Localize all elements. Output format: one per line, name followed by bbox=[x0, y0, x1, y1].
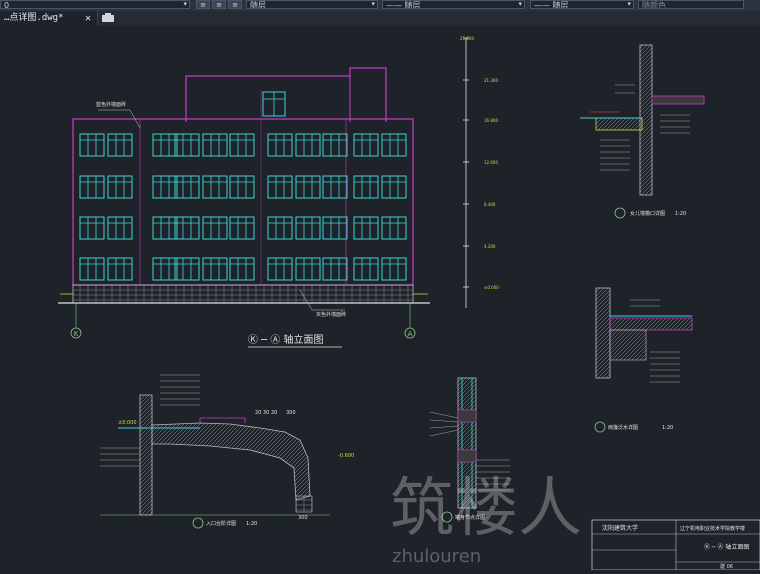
chevron-down-icon: ▾ bbox=[183, 0, 187, 8]
window-grid bbox=[79, 133, 407, 281]
plotstyle-select[interactable]: 随颜色 bbox=[638, 0, 744, 9]
annotation-bottom: 灰色外墙面砖 bbox=[316, 311, 346, 318]
height-dimension: 25,200 21.300 16.800 12.600 8.400 4.200 … bbox=[460, 36, 499, 308]
detail1-title: 女儿墙檐口详图 bbox=[630, 210, 665, 217]
tb-sheet-no: 建 06 bbox=[720, 563, 733, 570]
dim-step-4: 300 bbox=[286, 410, 296, 416]
level-3: 12.600 bbox=[484, 160, 498, 165]
detail-entry-steps: ±0.000 -0.600 20 30 20 300 300 入口台阶详图 1:… bbox=[100, 374, 354, 529]
new-tab-button[interactable] bbox=[100, 13, 116, 24]
level-1: 21.300 bbox=[484, 78, 498, 83]
layer-value: 0 bbox=[4, 1, 10, 9]
level-4: 8.400 bbox=[484, 202, 496, 207]
document-tab-bar: …点详图.dwg* ✕ bbox=[0, 11, 760, 26]
elevation-drawing: K A 蓝色外墙面砖 灰色外墙面砖 Ⓚ ─ Ⓐ 轴立面图 bbox=[58, 67, 430, 348]
dim-step-2: 30 bbox=[263, 410, 269, 416]
layer-match-button[interactable]: ≡ bbox=[212, 0, 226, 9]
color-value: 随层 bbox=[250, 1, 266, 9]
plotstyle-value: 随颜色 bbox=[642, 1, 666, 9]
lineweight-value: —— 随层 bbox=[534, 1, 569, 9]
chevron-down-icon: ▾ bbox=[518, 0, 522, 8]
chevron-down-icon: ▾ bbox=[371, 0, 375, 8]
detail-parapet: 女儿墙檐口详图 1:20 bbox=[580, 44, 705, 219]
linetype-select[interactable]: —— 随层 ▾ bbox=[382, 0, 525, 9]
detail1-scale: 1:20 bbox=[675, 211, 686, 217]
watermark-cn: 筑楼人 bbox=[390, 472, 582, 546]
level-5: 4.200 bbox=[484, 244, 496, 249]
title-block: 沈阳建筑大学 辽宁机电职业技术学院教学楼 Ⓚ ─ Ⓐ 轴立面图 建 06 bbox=[591, 519, 760, 571]
detail4-title: 入口台阶详图 bbox=[206, 520, 236, 527]
drawing-svg: K A 蓝色外墙面砖 灰色外墙面砖 Ⓚ ─ Ⓐ 轴立面图 25,200 21.3… bbox=[58, 36, 760, 571]
level-2: 16.800 bbox=[484, 118, 498, 123]
dim-step-1: 20 bbox=[255, 410, 261, 416]
detail4-scale: 1:20 bbox=[246, 521, 257, 527]
detail2-scale: 1:20 bbox=[662, 425, 673, 431]
linetype-value: —— 随层 bbox=[386, 1, 421, 9]
tab-label: …点详图.dwg* bbox=[4, 13, 64, 23]
dim-bottom: 300 bbox=[298, 515, 308, 521]
layer-previous-button[interactable]: ≡ bbox=[228, 0, 242, 9]
watermark-en: zhulouren bbox=[392, 546, 481, 567]
elevation-title: Ⓚ ─ Ⓐ 轴立面图 bbox=[248, 333, 324, 346]
color-select[interactable]: 随层 ▾ bbox=[246, 0, 378, 9]
level-step: -0.600 bbox=[338, 453, 354, 459]
level-6: ±0.000 bbox=[484, 285, 499, 290]
close-icon[interactable]: ✕ bbox=[85, 11, 91, 26]
layer-select[interactable]: 0 ▾ bbox=[0, 0, 190, 9]
chevron-down-icon: ▾ bbox=[627, 0, 631, 8]
watermark: 筑楼人 zhulouren bbox=[390, 472, 582, 567]
detail2-title: 雨篷泛水详图 bbox=[608, 424, 638, 431]
dim-step-3: 20 bbox=[271, 410, 277, 416]
detail-canopy: 雨篷泛水详图 1:20 bbox=[594, 287, 693, 433]
level-entry: ±0.000 bbox=[118, 420, 137, 426]
tab-drawing[interactable]: …点详图.dwg* ✕ bbox=[0, 11, 98, 26]
layer-states-button[interactable]: ≡ bbox=[196, 0, 210, 9]
tb-project: 辽宁机电职业技术学院教学楼 bbox=[680, 525, 745, 532]
dim-total: 25,200 bbox=[460, 36, 474, 41]
axis-label-left: K bbox=[74, 330, 79, 338]
model-space-canvas[interactable]: K A 蓝色外墙面砖 灰色外墙面砖 Ⓚ ─ Ⓐ 轴立面图 25,200 21.3… bbox=[0, 26, 760, 571]
tb-school: 沈阳建筑大学 bbox=[602, 524, 638, 532]
annotation-top: 蓝色外墙面砖 bbox=[96, 101, 126, 108]
axis-label-right: A bbox=[408, 330, 413, 338]
new-tab-icon bbox=[102, 13, 114, 22]
tb-sheet: Ⓚ ─ Ⓐ 轴立面图 bbox=[704, 543, 749, 551]
lineweight-select[interactable]: —— 随层 ▾ bbox=[530, 0, 634, 9]
